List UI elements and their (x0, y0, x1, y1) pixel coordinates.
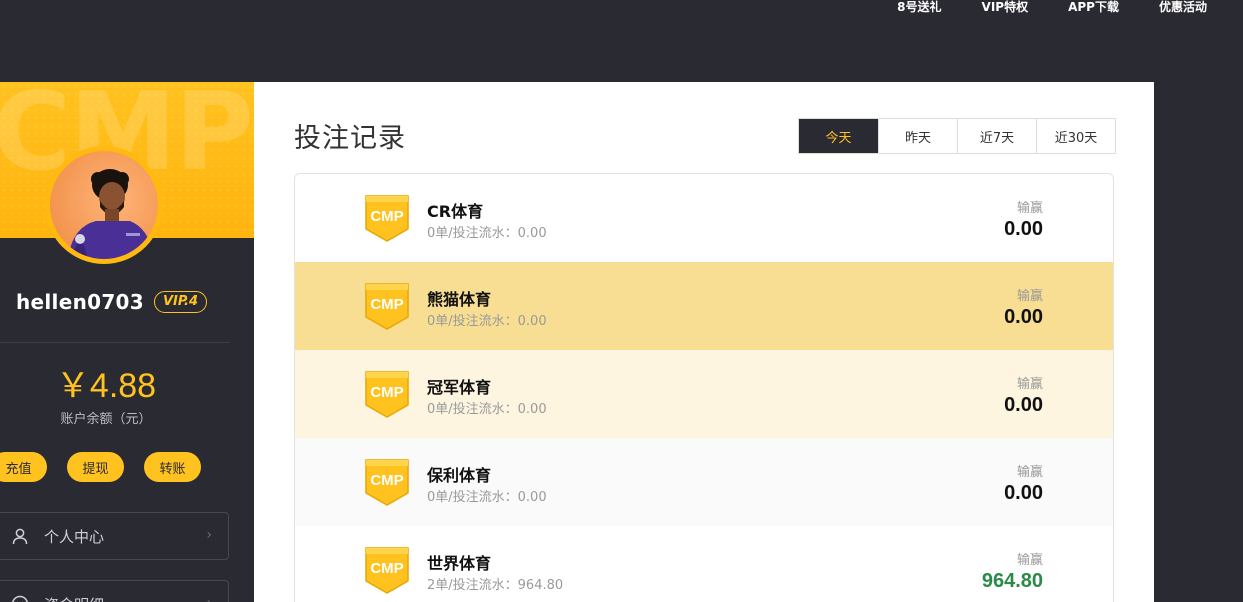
bet-records-panel: 投注记录 今天 昨天 近7天 近30天 CMP CR体育 0单/投注流水：0.0… (254, 82, 1154, 602)
win-loss-value: 0.00 (1004, 394, 1043, 416)
username-row: hellen0703 VIP.4 (16, 290, 208, 314)
platform-name: 保利体育 (427, 466, 492, 485)
avatar-portrait (68, 169, 154, 259)
deposit-button[interactable]: 充值 (0, 452, 47, 482)
top-nav: 8号送礼 VIP特权 APP下载 优惠活动 (897, 0, 1207, 14)
vip-badge: VIP.4 (153, 291, 208, 313)
menu-item-label: 个人中心 (44, 527, 105, 546)
bet-summary: 0单/投注流水：0.00 (427, 226, 547, 241)
win-loss-value: 964.80 (981, 570, 1043, 592)
divider (0, 342, 230, 343)
tab-yesterday[interactable]: 昨天 (878, 119, 957, 153)
cmp-logo-icon: CMP (365, 283, 409, 330)
coin-icon (11, 595, 29, 602)
wallet-actions: 充值 提现 转账 (0, 452, 201, 482)
list-item[interactable]: CMP 保利体育 0单/投注流水：0.00 输赢 0.00 (295, 438, 1113, 526)
svg-text:CMP: CMP (370, 296, 403, 313)
list-item[interactable]: CMP 世界体育 2单/投注流水：964.80 输赢 964.80 (295, 526, 1113, 602)
chevron-right-icon: › (206, 527, 212, 543)
date-filter-tabs: 今天 昨天 近7天 近30天 (798, 118, 1116, 154)
tab-today[interactable]: 今天 (799, 119, 878, 153)
avatar[interactable] (45, 146, 163, 264)
nav-gift[interactable]: 8号送礼 (897, 0, 941, 14)
win-loss-label: 输赢 (1016, 553, 1043, 568)
menu-item-label: 资金明细 (44, 594, 104, 602)
platform-name: 熊猫体育 (427, 290, 492, 309)
svg-text:CMP: CMP (370, 384, 403, 401)
withdraw-button[interactable]: 提现 (67, 452, 124, 482)
bet-summary: 0单/投注流水：0.00 (427, 314, 547, 329)
win-loss-label: 输赢 (1016, 201, 1043, 216)
win-loss-label: 输赢 (1016, 377, 1043, 392)
username: hellen0703 (16, 290, 144, 314)
svg-text:CMP: CMP (370, 560, 403, 577)
page-title: 投注记录 (294, 123, 406, 154)
nav-vip[interactable]: VIP特权 (982, 0, 1029, 14)
list-item[interactable]: CMP 熊猫体育 0单/投注流水：0.00 输赢 0.00 (295, 262, 1113, 350)
cmp-logo-icon: CMP (365, 547, 409, 594)
list-item[interactable]: CMP CR体育 0单/投注流水：0.00 输赢 0.00 (295, 174, 1113, 262)
bet-summary: 0单/投注流水：0.00 (427, 490, 547, 505)
svg-text:CMP: CMP (370, 208, 403, 225)
svg-text:CMP: CMP (370, 472, 403, 489)
list-item[interactable]: CMP 冠军体育 0单/投注流水：0.00 输赢 0.00 (295, 350, 1113, 438)
balance-label: 账户余额（元） (60, 412, 152, 427)
balance-amount: ￥4.88 (55, 367, 157, 405)
menu-item-personal-center[interactable]: 个人中心 › (0, 512, 229, 560)
bet-summary: 0单/投注流水：0.00 (427, 402, 547, 417)
cmp-logo-icon: CMP (365, 459, 409, 506)
nav-promotions[interactable]: 优惠活动 (1159, 0, 1207, 14)
records-list: CMP CR体育 0单/投注流水：0.00 输赢 0.00 CMP 熊猫体育 0… (294, 173, 1114, 602)
win-loss-value: 0.00 (1004, 218, 1043, 240)
tab-last-7-days[interactable]: 近7天 (957, 119, 1036, 153)
nav-app-download[interactable]: APP下载 (1068, 0, 1119, 14)
win-loss-value: 0.00 (1004, 482, 1043, 504)
chevron-right-icon: › (206, 595, 212, 602)
cmp-logo-icon: CMP (365, 195, 409, 242)
bet-summary: 2单/投注流水：964.80 (427, 578, 564, 593)
transfer-button[interactable]: 转账 (144, 452, 201, 482)
win-loss-value: 0.00 (1004, 306, 1043, 328)
tab-last-30-days[interactable]: 近30天 (1036, 119, 1115, 153)
user-icon (11, 527, 29, 545)
cmp-logo-icon: CMP (365, 371, 409, 418)
platform-name: CR体育 (427, 202, 484, 221)
platform-name: 世界体育 (427, 554, 492, 573)
win-loss-label: 输赢 (1016, 465, 1043, 480)
platform-name: 冠军体育 (427, 378, 492, 397)
win-loss-label: 输赢 (1016, 289, 1043, 304)
menu-item-fund-details[interactable]: 资金明细 › (0, 580, 229, 602)
sidebar: CMP hellen0703 VIP.4 ￥4.88 账户余额（元） 充值 提现 (0, 82, 254, 602)
